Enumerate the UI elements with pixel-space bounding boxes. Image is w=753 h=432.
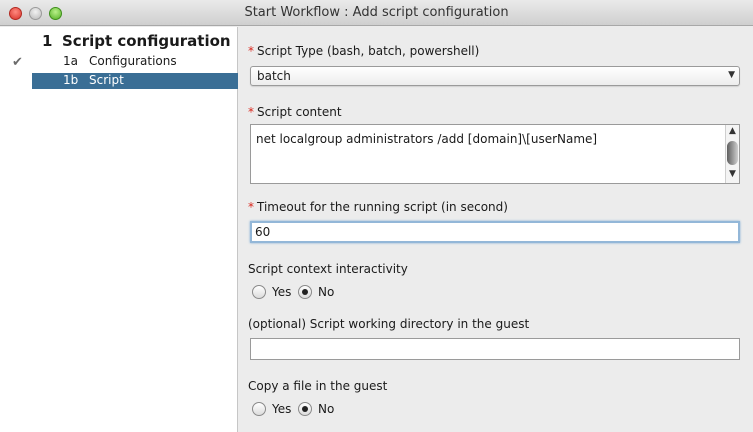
sidebar-item-script[interactable]: 1b Script: [32, 73, 238, 89]
substep-label: Script: [89, 73, 124, 87]
sidebar-item-configurations[interactable]: 1a Configurations: [32, 54, 238, 70]
scroll-up-arrow-icon[interactable]: ▲: [729, 126, 736, 136]
copy-file-yes-label[interactable]: Yes: [272, 402, 291, 416]
substep-label: Configurations: [89, 54, 177, 68]
substep-number: 1b: [63, 73, 79, 87]
checkmark-icon: ✔: [12, 55, 23, 70]
step-title: Script configuration: [62, 32, 231, 50]
wizard-sidebar: 1 Script configuration ✔ 1a Configuratio…: [0, 27, 238, 432]
script-type-select[interactable]: batch ▼: [250, 66, 740, 86]
copy-file-no-radio[interactable]: [298, 402, 312, 416]
scrollbar-thumb[interactable]: [727, 141, 738, 165]
script-content-value: net localgroup administrators /add [doma…: [256, 132, 598, 146]
interactivity-label: Script context interactivity: [248, 262, 408, 276]
copy-file-yes-radio[interactable]: [252, 402, 266, 416]
timeout-label: * Timeout for the running script (in seco…: [248, 200, 508, 214]
required-marker: *: [248, 44, 254, 58]
workdir-input[interactable]: [250, 338, 740, 360]
copy-file-label: Copy a file in the guest: [248, 379, 388, 393]
copy-file-no-label[interactable]: No: [318, 402, 334, 416]
scroll-down-arrow-icon[interactable]: ▼: [729, 169, 736, 179]
script-type-value: batch: [257, 69, 291, 83]
script-content-label: * Script content: [248, 105, 342, 119]
window-titlebar: Start Workflow : Add script configuratio…: [0, 0, 753, 26]
timeout-value: 60: [255, 225, 271, 239]
substep-number: 1a: [63, 54, 78, 68]
required-marker: *: [248, 105, 254, 119]
form-panel: * Script Type (bash, batch, powershell) b…: [239, 27, 753, 432]
interactivity-yes-label[interactable]: Yes: [272, 285, 291, 299]
script-content-textarea[interactable]: net localgroup administrators /add [doma…: [250, 124, 740, 184]
chevron-down-icon: ▼: [728, 70, 735, 80]
timeout-input[interactable]: 60: [250, 221, 740, 243]
script-type-label: * Script Type (bash, batch, powershell): [248, 44, 479, 58]
interactivity-yes-radio[interactable]: [252, 285, 266, 299]
window-title: Start Workflow : Add script configuratio…: [244, 5, 509, 20]
step-number: 1: [42, 32, 53, 50]
timeout-label-text: Timeout for the running script (in secon…: [257, 200, 508, 214]
script-content-scrollbar[interactable]: ▲ ▼: [725, 125, 739, 183]
interactivity-no-label[interactable]: No: [318, 285, 334, 299]
script-content-label-text: Script content: [257, 105, 342, 119]
script-type-label-text: Script Type (bash, batch, powershell): [257, 44, 480, 58]
workdir-label: (optional) Script working directory in t…: [248, 317, 530, 331]
step-header: 1 Script configuration: [0, 32, 238, 52]
interactivity-no-radio[interactable]: [298, 285, 312, 299]
required-marker: *: [248, 200, 254, 214]
